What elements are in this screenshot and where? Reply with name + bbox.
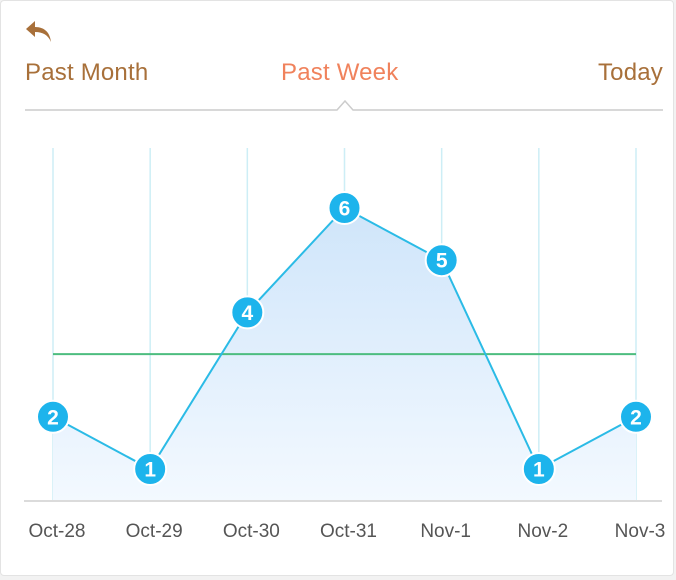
x-tick-label: Nov-2 — [517, 521, 568, 542]
x-tick-label: Oct-30 — [223, 521, 280, 542]
data-point-label: 4 — [241, 302, 253, 325]
data-point: 5 — [424, 243, 459, 278]
data-point: 2 — [36, 399, 70, 434]
data-point-label: 2 — [630, 406, 642, 429]
data-point: 1 — [133, 452, 168, 486]
activity-chart: 2 1 4 6 5 1 2 Oct-28 Oct-29 Oct-30 Oct-31 Nov-1 Nov… — [24, 148, 666, 542]
x-tick-label: Nov-1 — [420, 521, 471, 542]
data-point-label: 1 — [533, 459, 545, 482]
x-tick-label: Oct-28 — [28, 521, 85, 542]
data-point: 2 — [619, 399, 653, 434]
x-tick-label: Oct-29 — [126, 521, 183, 542]
data-point-label: 6 — [339, 198, 351, 221]
data-point-label: 2 — [47, 406, 59, 429]
data-point-label: 1 — [144, 459, 156, 482]
data-point-label: 5 — [436, 250, 448, 273]
data-point: 6 — [327, 191, 362, 225]
x-tick-label: Nov-3 — [615, 521, 666, 542]
data-point: 1 — [521, 452, 556, 486]
data-point: 4 — [230, 295, 265, 330]
x-tick-label: Oct-31 — [320, 521, 377, 542]
